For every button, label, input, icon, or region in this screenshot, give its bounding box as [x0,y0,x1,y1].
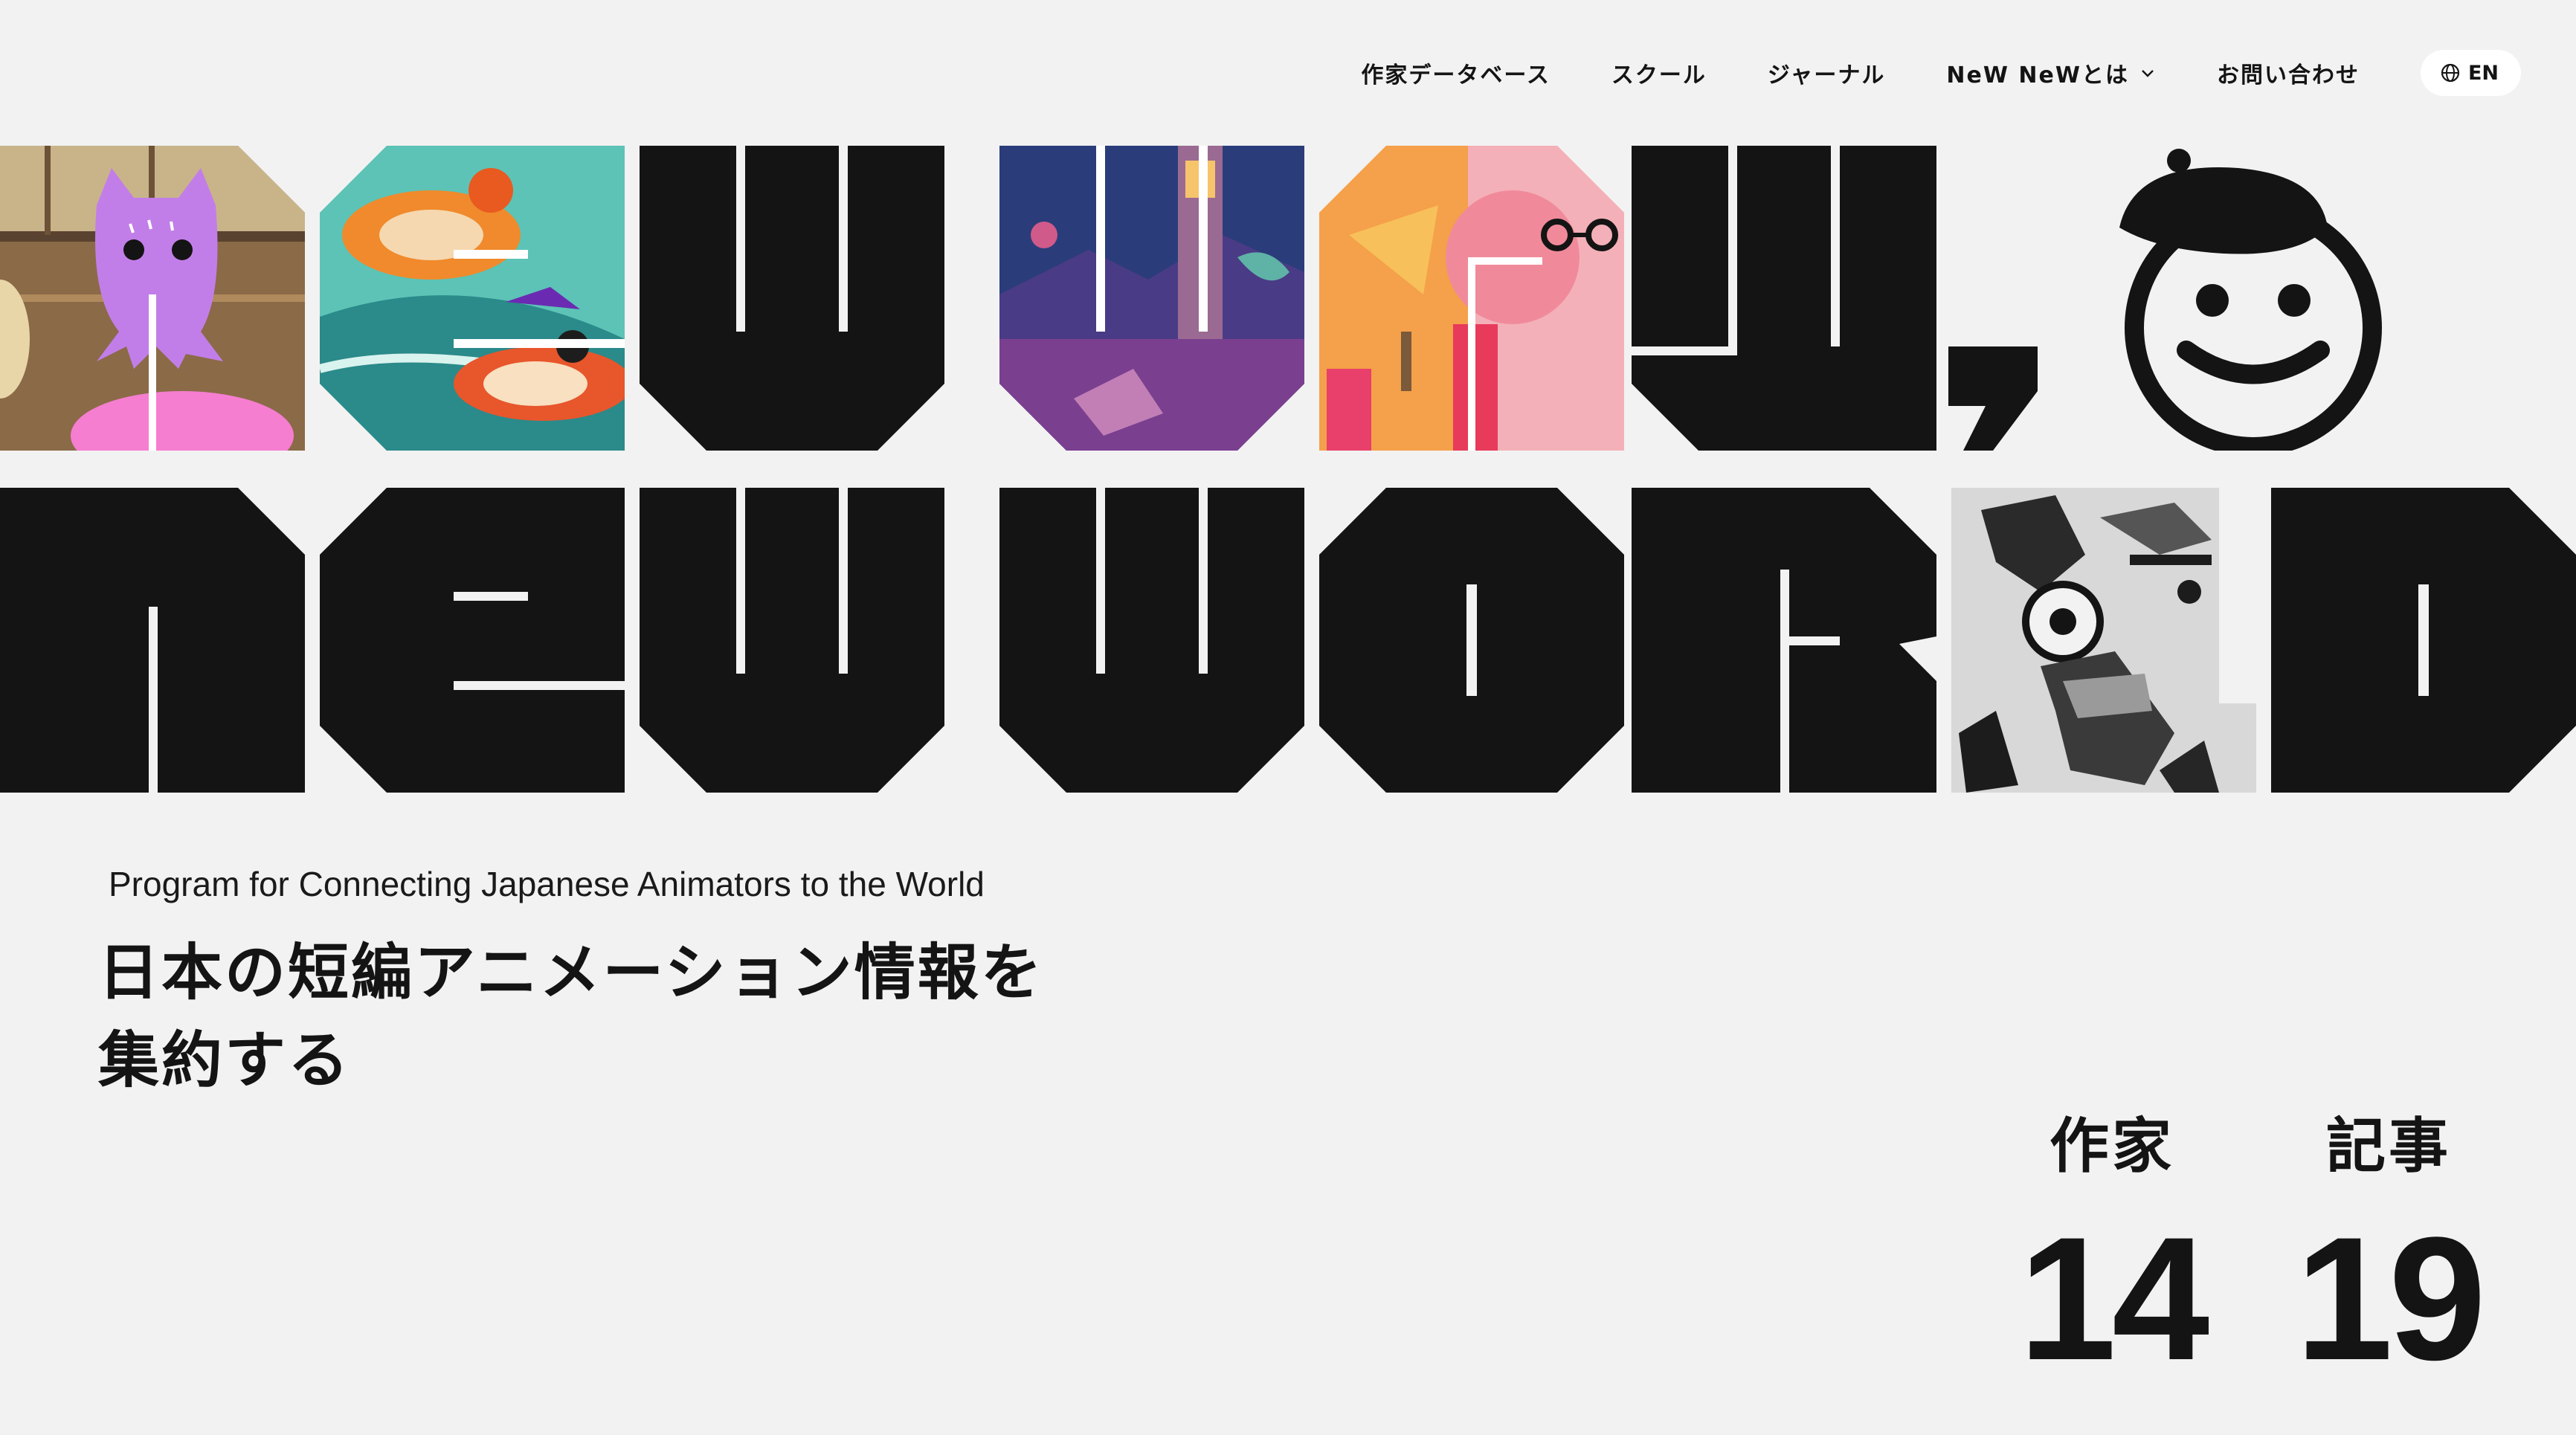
letter-tile-y [1632,146,1936,451]
nav-item-contact[interactable]: お問い合わせ [2217,57,2360,89]
letter-tile-w-illustration [999,146,1304,451]
comma-glyph [1948,346,2038,465]
letter-tile-d [2271,488,2576,793]
stat-artists[interactable]: 作家 14 [2000,1109,2224,1397]
letter-tile-a-illustration [1319,146,1624,451]
stats-counters: 作家 14 記事 19 [2000,1109,2506,1392]
nav-item-label: ジャーナル [1767,62,1886,88]
letter-tile-w [640,146,944,451]
letter-tile-e-illustration [320,146,625,451]
nav-item-artist-database[interactable]: 作家データベース [1361,57,1551,89]
letter-tile-o [1319,488,1624,793]
globe-icon [2441,63,2460,83]
nav-item-journal[interactable]: ジャーナル [1768,57,1886,89]
nav-item-about[interactable]: NeW NeWとは [1946,57,2156,89]
nav-item-label: お問い合わせ [2216,62,2360,88]
beret-smiley-icon [2075,146,2402,451]
letter-tile-l-illustration [1951,488,2256,793]
nav-item-school[interactable]: スクール [1611,57,1707,89]
letter-tile-e [320,488,625,793]
headline-line-2: 集約する [98,1025,352,1096]
page-headline: 日本の短編アニメーション情報を 集約する [98,929,1154,1105]
language-switch-button[interactable]: EN [2420,50,2521,96]
language-label: EN [2467,61,2499,85]
letter-tile-w [640,488,944,793]
headline-line-1: 日本の短編アニメーション情報を [98,938,1044,1008]
letter-tile-n [0,488,305,793]
main-nav: 作家データベース スクール ジャーナル NeW NeWとは お問い合わせ EN [1361,49,2521,97]
stat-value: 19 [2295,1201,2487,1397]
program-subtitle: Program for Connecting Japanese Animator… [109,865,985,903]
page: 作家データベース スクール ジャーナル NeW NeWとは お問い合わせ EN [0,0,2576,1435]
letter-tile-r [1632,488,1936,793]
chevron-down-icon [2142,70,2154,77]
nav-item-label: NeW NeWとは [1946,62,2129,88]
stat-value: 14 [2018,1201,2210,1397]
nav-item-label: スクール [1611,62,1707,88]
stat-label: 作家 [2049,1112,2174,1181]
letter-tile-w [999,488,1304,793]
hero-headline-art [0,146,2576,794]
letter-tile-n-illustration [0,146,305,451]
stat-label: 記事 [2326,1112,2451,1181]
stat-articles[interactable]: 記事 19 [2277,1109,2500,1397]
nav-item-label: 作家データベース [1361,62,1551,88]
